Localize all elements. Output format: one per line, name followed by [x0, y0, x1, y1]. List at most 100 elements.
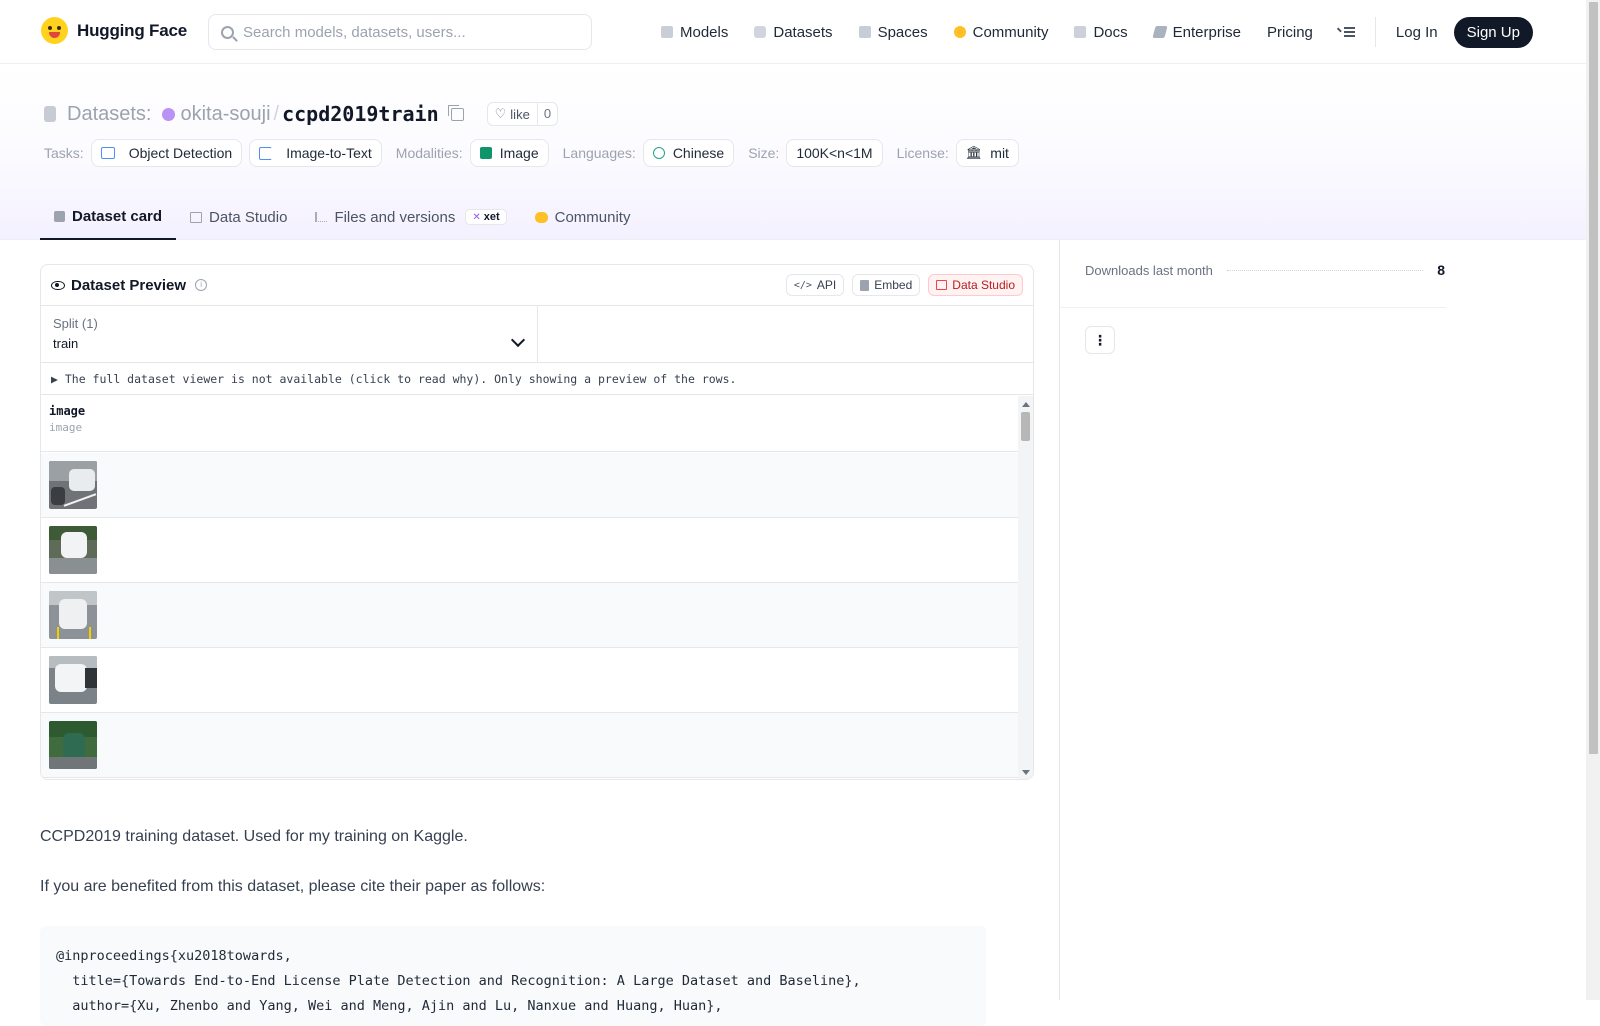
dataset-icon [44, 106, 56, 122]
image-thumbnail[interactable] [49, 656, 97, 704]
sidebar-divider [1060, 307, 1446, 308]
preview-header: Dataset Preview i </> API Embed Data Stud… [41, 265, 1033, 306]
languages-label: Languages: [562, 145, 636, 161]
heart-icon: ♡ [494, 106, 507, 121]
spaces-icon [858, 26, 871, 38]
description-paragraph: CCPD2019 training dataset. Used for my t… [40, 828, 468, 845]
image-thumbnail[interactable] [49, 721, 97, 769]
nav-community[interactable]: Community [953, 24, 1048, 41]
api-button[interactable]: </> API [785, 274, 845, 296]
nav-pricing[interactable]: Pricing [1267, 24, 1313, 41]
search-input[interactable] [243, 23, 573, 41]
tag-size[interactable]: 100K<n<1M [786, 139, 883, 167]
nav-enterprise[interactable]: Enterprise [1152, 24, 1241, 41]
scroll-up-arrow-icon[interactable] [1022, 402, 1030, 407]
signup-button[interactable]: Sign Up [1453, 16, 1533, 48]
docs-icon [1074, 26, 1087, 38]
split-label: Split (1) [53, 316, 98, 331]
dataset-preview: Dataset Preview i </> API Embed Data Stud… [40, 264, 1034, 780]
nav-models[interactable]: Models [661, 24, 728, 41]
viewer-notice[interactable]: ▶ The full dataset viewer is not availab… [41, 363, 1033, 395]
more-menu-icon[interactable] [1337, 26, 1355, 38]
column-header: image image [41, 395, 1020, 452]
downloads-stat: Downloads last month 8 [1085, 262, 1445, 278]
tab-files-and-versions[interactable]: Files and versions ✕ xet [301, 194, 520, 240]
xet-badge: ✕ xet [465, 209, 507, 225]
info-icon[interactable]: i [195, 279, 208, 291]
dataset-card-icon [54, 210, 65, 222]
tab-community[interactable]: Community [521, 194, 645, 240]
like-button[interactable]: ♡ like 0 [486, 102, 559, 126]
embed-icon [860, 279, 870, 291]
preview-rows [41, 453, 1020, 778]
preview-scrollbar[interactable] [1018, 396, 1033, 779]
tab-data-studio[interactable]: Data Studio [176, 194, 301, 240]
citation-intro: If you are benefited from this dataset, … [40, 878, 546, 895]
globe-icon [652, 147, 665, 159]
data-studio-button[interactable]: Data Studio [928, 274, 1023, 296]
table-row[interactable] [41, 648, 1020, 713]
owner-avatar [162, 107, 176, 121]
image-thumbnail[interactable] [49, 461, 97, 509]
tab-dataset-card[interactable]: Dataset card [40, 194, 177, 240]
xet-icon: ✕ [472, 211, 481, 223]
nav-docs[interactable]: Docs [1074, 24, 1128, 41]
table-row[interactable] [41, 518, 1020, 583]
hugging-face-logo-icon [41, 17, 68, 44]
column-type: image [49, 421, 83, 434]
scroll-down-arrow-icon[interactable] [1022, 770, 1030, 775]
split-selector-row: Split (1) train [41, 306, 1033, 363]
dataset-name[interactable]: ccpd2019train [282, 102, 439, 126]
breadcrumb: Datasets: okita-souji / ccpd2019train ♡ l… [44, 102, 559, 126]
image-thumbnail[interactable] [49, 591, 97, 639]
breadcrumb-separator: / [273, 102, 280, 125]
search-box[interactable] [208, 14, 592, 50]
dataset-tags: Tasks: Object Detection Image-to-Text Mo… [44, 139, 1026, 167]
tag-license[interactable]: 🏛 mit [955, 139, 1019, 167]
tasks-label: Tasks: [44, 145, 84, 161]
owner-link[interactable]: okita-souji [180, 103, 270, 126]
page-scrollbar[interactable] [1586, 0, 1600, 1000]
tag-image[interactable]: Image [469, 139, 549, 167]
right-sidebar: Downloads last month 8 ⋮ [1059, 240, 1586, 1000]
object-detection-icon [100, 147, 115, 159]
nav-datasets[interactable]: Datasets [754, 24, 833, 41]
citation-code-block: @inproceedings{xu2018towards, title={Tow… [40, 926, 986, 1026]
more-options-icon[interactable]: ⋮ [1085, 326, 1115, 354]
split-select[interactable]: Split (1) train [41, 306, 538, 362]
nav-divider [1374, 17, 1376, 47]
page-scrollbar-thumb[interactable] [1589, 2, 1598, 754]
dotted-leader [1226, 269, 1424, 271]
datasets-icon [754, 26, 767, 38]
home-logo-link[interactable]: Hugging Face [41, 17, 187, 44]
split-value: train [53, 336, 79, 351]
table-row[interactable] [41, 583, 1020, 648]
image-thumbnail[interactable] [49, 526, 97, 574]
login-link[interactable]: Log In [1396, 24, 1438, 41]
image-modality-icon [479, 147, 492, 159]
table-row[interactable] [41, 713, 1020, 778]
brand-name: Hugging Face [77, 20, 187, 40]
datasets-crumb[interactable]: Datasets: [67, 103, 151, 126]
preview-title: Dataset Preview [71, 276, 187, 294]
like-count[interactable]: 0 [536, 103, 557, 125]
main-nav: Models Datasets Spaces Community Docs En… [661, 0, 1533, 64]
downloads-label: Downloads last month [1085, 262, 1213, 278]
community-icon [534, 211, 548, 223]
models-icon [661, 26, 673, 38]
embed-button[interactable]: Embed [852, 274, 921, 296]
tag-object-detection[interactable]: Object Detection [90, 139, 243, 167]
table-row[interactable] [41, 453, 1020, 518]
tag-chinese[interactable]: Chinese [642, 139, 735, 167]
copy-icon[interactable] [447, 104, 464, 121]
files-icon [315, 212, 328, 222]
preview-scrollbar-thumb[interactable] [1021, 412, 1030, 441]
modalities-label: Modalities: [395, 145, 463, 161]
enterprise-icon [1152, 26, 1168, 38]
preview-actions: </> API Embed Data Studio [785, 274, 1023, 296]
search-icon [221, 25, 234, 39]
tag-image-to-text[interactable]: Image-to-Text [249, 139, 382, 167]
size-label: Size: [748, 145, 780, 161]
dataset-header: Datasets: okita-souji / ccpd2019train ♡ l… [0, 64, 1586, 240]
nav-spaces[interactable]: Spaces [858, 24, 928, 41]
